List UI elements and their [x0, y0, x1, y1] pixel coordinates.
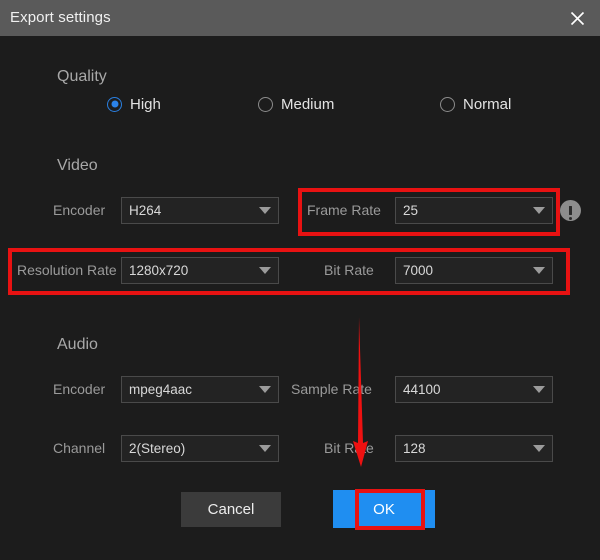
dialog-title: Export settings [10, 9, 111, 26]
close-button[interactable] [554, 0, 600, 36]
chevron-down-icon [526, 258, 552, 283]
close-icon [570, 11, 585, 26]
video-bit-rate-dropdown[interactable]: 7000 [395, 257, 553, 284]
frame-rate-dropdown[interactable]: 25 [395, 197, 553, 224]
channel-label: Channel [53, 440, 106, 456]
resolution-rate-dropdown[interactable]: 1280x720 [121, 257, 279, 284]
chevron-down-icon [526, 377, 552, 402]
cancel-button[interactable]: Cancel [181, 492, 281, 527]
video-encoder-label: Encoder [53, 202, 106, 218]
radio-label-normal: Normal [463, 95, 512, 113]
audio-bit-rate-dropdown[interactable]: 128 [395, 435, 553, 462]
channel-value: 2(Stereo) [129, 441, 186, 456]
chevron-down-icon [526, 198, 552, 223]
radio-label-medium: Medium [281, 95, 335, 113]
radio-icon-normal [440, 96, 455, 112]
video-encoder-dropdown[interactable]: H264 [121, 197, 279, 224]
audio-bit-rate-value: 128 [403, 441, 426, 456]
quality-radio-group: High Medium Normal [0, 93, 600, 115]
radio-option-high[interactable]: High [107, 93, 161, 115]
ok-button[interactable]: OK [333, 490, 435, 528]
radio-option-normal[interactable]: Normal [440, 93, 511, 115]
frame-rate-value: 25 [403, 203, 419, 218]
info-exclamation-icon[interactable] [560, 200, 581, 221]
video-section-heading: Video [57, 157, 98, 174]
chevron-down-icon [526, 436, 552, 461]
resolution-rate-value: 1280x720 [129, 263, 189, 278]
radio-label-high: High [130, 95, 161, 113]
radio-option-medium[interactable]: Medium [258, 93, 334, 115]
frame-rate-label: Frame Rate [307, 202, 381, 218]
radio-icon-high [107, 96, 122, 112]
sample-rate-dropdown[interactable]: 44100 [395, 376, 553, 403]
export-settings-dialog: Export settings Quality High Medium Norm… [0, 0, 600, 560]
audio-bit-rate-label: Bit Rate [324, 440, 374, 456]
radio-icon-medium [258, 96, 273, 112]
audio-encoder-value: mpeg4aac [129, 382, 193, 397]
chevron-down-icon [252, 377, 278, 402]
audio-section-heading: Audio [57, 336, 98, 353]
chevron-down-icon [252, 436, 278, 461]
video-bit-rate-value: 7000 [403, 263, 434, 278]
video-encoder-value: H264 [129, 203, 162, 218]
sample-rate-value: 44100 [403, 382, 441, 397]
chevron-down-icon [252, 258, 278, 283]
title-bar: Export settings [0, 0, 600, 36]
resolution-rate-label: Resolution Rate [17, 262, 117, 278]
quality-section-heading: Quality [57, 68, 107, 85]
audio-encoder-dropdown[interactable]: mpeg4aac [121, 376, 279, 403]
sample-rate-label: Sample Rate [291, 381, 372, 397]
audio-encoder-label: Encoder [53, 381, 106, 397]
chevron-down-icon [252, 198, 278, 223]
video-bit-rate-label: Bit Rate [324, 262, 374, 278]
channel-dropdown[interactable]: 2(Stereo) [121, 435, 279, 462]
